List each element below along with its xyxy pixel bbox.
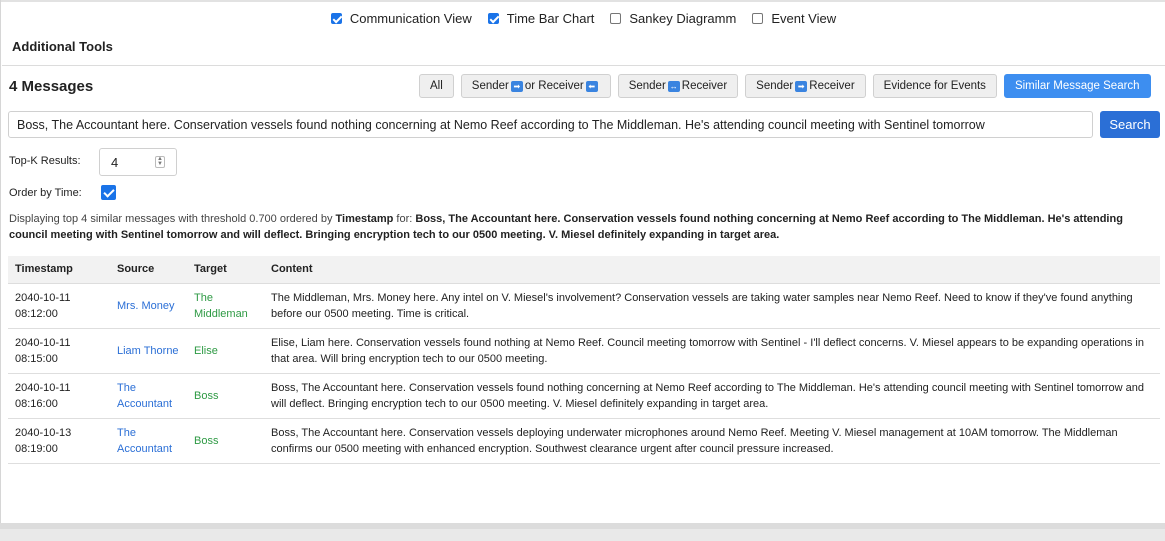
top-divider [1, 0, 1165, 2]
row-time: 08:19:00 [15, 442, 58, 455]
search-button-label: Search [1109, 117, 1151, 132]
checkbox-sankey-diagramm[interactable] [610, 12, 622, 24]
search-input-value: Boss, The Accountant here. Conservation … [17, 117, 985, 132]
topk-number-input[interactable]: 4 ▲ ▼ [99, 148, 177, 176]
filter-sender-both-receiver-button[interactable]: Sender ↔ Receiver [617, 74, 739, 98]
filter-sender-or-receiver-button[interactable]: Sender ➡ or Receiver ⬅ [460, 74, 611, 98]
summary-for-text: for: [393, 213, 416, 225]
summary-order-field: Timestamp [335, 213, 394, 225]
arrow-left-icon: ⬅ [585, 80, 598, 92]
checkbox-icon[interactable] [101, 185, 116, 200]
filter-label: or Receiver [524, 80, 584, 92]
view-toggle-bar: Communication View Time Bar Chart Sankey… [1, 8, 1165, 28]
topk-value: 4 [111, 154, 119, 170]
cell-timestamp: 2040-10-11 08:15:00 [8, 328, 110, 374]
view-toggle-communication[interactable]: Communication View [330, 10, 472, 26]
filter-label: All [430, 80, 443, 92]
filter-evidence-button[interactable]: Evidence for Events [872, 74, 997, 98]
arrow-left-right-icon: ↔ [667, 80, 680, 92]
filter-label: Sender [628, 80, 666, 92]
view-toggle-time-bar[interactable]: Time Bar Chart [487, 10, 595, 26]
section-divider [2, 65, 1165, 66]
row-date: 2040-10-11 [15, 381, 71, 394]
cell-source[interactable]: Liam Thorne [110, 328, 187, 374]
filter-label: Receiver [809, 80, 855, 92]
row-date: 2040-10-11 [15, 291, 71, 304]
view-toggle-event[interactable]: Event View [752, 11, 836, 26]
view-label: Time Bar Chart [506, 10, 595, 26]
table-row[interactable]: 2040-10-11 08:12:00 Mrs. Money The Middle… [8, 283, 1160, 329]
horizontal-scrollbar[interactable] [0, 523, 1165, 529]
additional-tools-title: Additional Tools [12, 39, 113, 54]
order-by-time-checkbox[interactable] [101, 185, 117, 201]
results-summary: Displaying top 4 similar messages with t… [9, 211, 1159, 243]
table-header-row: Timestamp Source Target Content [8, 256, 1160, 284]
cell-content: The Middleman, Mrs. Money here. Any inte… [264, 283, 1160, 329]
header-timestamp[interactable]: Timestamp [8, 256, 110, 284]
header-content[interactable]: Content [264, 256, 1160, 284]
cell-source[interactable]: The Accountant [110, 373, 187, 419]
search-button[interactable]: Search [1100, 111, 1160, 138]
arrow-right-icon: ➡ [510, 80, 523, 92]
checkbox-time-bar-chart[interactable] [487, 12, 499, 24]
row-time: 08:12:00 [15, 307, 58, 320]
cell-content: Boss, The Accountant here. Conservation … [264, 418, 1160, 464]
cell-source[interactable]: The Accountant [110, 418, 187, 464]
results-table: Timestamp Source Target Content 2040-10-… [8, 256, 1160, 464]
row-date: 2040-10-11 [15, 336, 71, 349]
cell-content: Boss, The Accountant here. Conservation … [264, 373, 1160, 419]
cell-target[interactable]: Boss [187, 373, 264, 419]
cell-content: Elise, Liam here. Conservation vessels f… [264, 328, 1160, 374]
filter-sender-to-receiver-button[interactable]: Sender ➡ Receiver [745, 74, 866, 98]
filter-label: Receiver [681, 80, 728, 92]
table-row[interactable]: 2040-10-11 08:15:00 Liam Thorne Elise Eli… [8, 328, 1160, 374]
cell-target[interactable]: Boss [187, 418, 264, 464]
table-row[interactable]: 2040-10-11 08:16:00 The Accountant Boss B… [8, 373, 1160, 419]
checkbox-communication-view[interactable] [330, 12, 342, 24]
checkbox-event-view[interactable] [752, 12, 764, 24]
filter-label: Sender [471, 80, 509, 92]
row-time: 08:16:00 [15, 397, 58, 410]
filter-label: Sender [756, 80, 794, 92]
cell-timestamp: 2040-10-11 08:12:00 [8, 283, 110, 329]
row-time: 08:15:00 [15, 352, 58, 365]
topk-label: Top-K Results: [9, 155, 81, 167]
view-label: Communication View [349, 10, 472, 26]
filter-label: Evidence for Events [883, 80, 986, 92]
header-source[interactable]: Source [110, 256, 187, 284]
arrow-right-icon: ➡ [795, 80, 808, 92]
app-frame: Communication View Time Bar Chart Sankey… [0, 0, 1165, 527]
row-date: 2040-10-13 [15, 426, 72, 439]
spinner-icon[interactable]: ▲ ▼ [155, 156, 165, 168]
cell-timestamp: 2040-10-11 08:16:00 [8, 373, 110, 419]
cell-timestamp: 2040-10-13 08:19:00 [8, 418, 110, 464]
view-label: Sankey Diagramm [629, 10, 737, 26]
message-count: 4 Messages [9, 78, 94, 95]
similar-search-input[interactable]: Boss, The Accountant here. Conservation … [8, 111, 1093, 138]
filter-similar-search-button[interactable]: Similar Message Search [1003, 74, 1151, 98]
cell-source[interactable]: Mrs. Money [110, 283, 187, 329]
filter-label: Similar Message Search [1014, 80, 1140, 92]
summary-prefix: Displaying top 4 similar messages with t… [9, 213, 336, 225]
order-by-time-label: Order by Time: [9, 187, 82, 199]
header-target[interactable]: Target [187, 256, 264, 284]
view-label: Event View [771, 10, 837, 26]
cell-target[interactable]: The Middleman [187, 283, 264, 329]
filter-button-group: All Sender ➡ or Receiver ⬅ Sender ↔ Receiv… [419, 74, 1151, 98]
view-toggle-sankey[interactable]: Sankey Diagramm [610, 11, 736, 26]
cell-target[interactable]: Elise [187, 328, 264, 374]
table-row[interactable]: 2040-10-13 08:19:00 The Accountant Boss B… [8, 418, 1160, 464]
filter-all-button[interactable]: All [419, 74, 454, 98]
